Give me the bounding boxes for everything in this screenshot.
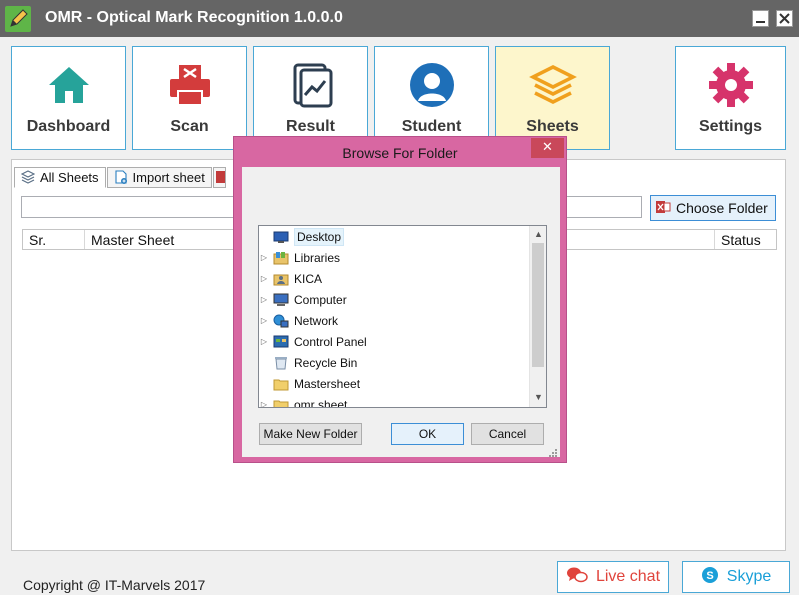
folder-icon (273, 377, 289, 391)
nav-dashboard-button[interactable]: Dashboard (11, 46, 126, 150)
nav-scan-label: Scan (170, 118, 209, 135)
close-button[interactable] (776, 10, 793, 27)
tree-item-label: Desktop (294, 227, 345, 246)
column-header-sr[interactable]: Sr. (23, 230, 85, 249)
tree-item-label: Libraries (294, 250, 341, 265)
folder-tree[interactable]: Desktop ▷ Libraries ▷ KICA ▷ Computer ▷ … (258, 225, 547, 408)
chat-bubbles-icon (566, 566, 588, 589)
scroll-up-icon[interactable]: ▲ (530, 226, 546, 243)
tree-scrollbar[interactable]: ▲ ▼ (529, 226, 546, 407)
svg-text:S: S (706, 570, 713, 582)
expand-arrow-icon[interactable]: ▷ (259, 295, 269, 304)
minimize-button[interactable] (752, 10, 769, 27)
nav-result-button[interactable]: Result (253, 46, 368, 150)
scrollbar-thumb[interactable] (532, 243, 544, 367)
window-title: OMR - Optical Mark Recognition 1.0.0.0 (45, 9, 343, 26)
skype-icon: S (701, 566, 719, 589)
nav-result-label: Result (286, 118, 335, 135)
copyright-text: Copyright @ IT-Marvels 2017 (23, 577, 206, 593)
live-chat-label: Live chat (595, 568, 661, 585)
expand-arrow-icon[interactable]: ▷ (259, 274, 269, 283)
control-panel-icon (273, 335, 289, 349)
nav-sheets-button[interactable]: Sheets (495, 46, 610, 150)
nav-scan-button[interactable]: Scan (132, 46, 247, 150)
tree-item-label: Control Panel (294, 334, 367, 349)
dialog-body: Desktop ▷ Libraries ▷ KICA ▷ Computer ▷ … (242, 167, 560, 457)
nav-sheets-label: Sheets (526, 118, 579, 135)
printer-icon (166, 61, 214, 109)
make-new-folder-button[interactable]: Make New Folder (259, 423, 362, 445)
tree-item-omr-sheet[interactable]: ▷ omr sheet (259, 394, 348, 408)
tree-item-label: omr sheet (294, 397, 348, 408)
tree-item-label: KICA (294, 271, 323, 286)
tree-item-mastersheet[interactable]: Mastersheet (259, 373, 360, 394)
skype-label: Skype (726, 568, 772, 585)
tree-item-label: Mastersheet (294, 376, 361, 391)
tree-item-recycle-bin[interactable]: Recycle Bin (259, 352, 357, 373)
nav-dashboard-label: Dashboard (26, 118, 111, 135)
live-chat-button[interactable]: Live chat (557, 561, 669, 593)
tree-item-desktop[interactable]: Desktop (259, 226, 345, 247)
user-folder-icon (273, 272, 289, 286)
expand-arrow-icon[interactable]: ▷ (259, 400, 269, 407)
dialog-title: Browse For Folder (342, 145, 458, 161)
nav-student-button[interactable]: Student (374, 46, 489, 150)
tree-item-control-panel[interactable]: ▷ Control Panel (259, 331, 367, 352)
import-icon (114, 170, 128, 184)
expand-arrow-icon[interactable]: ▷ (259, 316, 269, 325)
excel-icon (215, 170, 225, 184)
tab-all-sheets-label: All Sheets (40, 170, 99, 185)
dialog-close-button[interactable]: ✕ (531, 138, 564, 158)
ok-button[interactable]: OK (391, 423, 464, 445)
user-icon (408, 61, 456, 109)
tree-item-libraries[interactable]: ▷ Libraries (259, 247, 340, 268)
tab-import-sheet-label: Import sheet (132, 170, 205, 185)
scroll-down-icon[interactable]: ▼ (530, 389, 546, 406)
tree-item-network[interactable]: ▷ Network (259, 310, 338, 331)
gear-icon (707, 61, 755, 109)
home-icon (45, 61, 93, 109)
network-icon (273, 314, 289, 328)
expand-arrow-icon[interactable]: ▷ (259, 337, 269, 346)
desktop-icon (273, 230, 289, 244)
tree-item-label: Recycle Bin (294, 355, 358, 370)
sheet-tabs: All Sheets Import sheet (14, 167, 227, 188)
chart-document-icon (287, 61, 335, 109)
browse-folder-dialog: Browse For Folder ✕ Desktop ▷ Libraries … (233, 136, 567, 463)
tab-all-sheets[interactable]: All Sheets (14, 167, 106, 188)
choose-folder-label: Choose Folder (676, 200, 768, 216)
libraries-icon (273, 251, 289, 265)
nav-settings-label: Settings (698, 118, 763, 135)
cancel-button[interactable]: Cancel (471, 423, 544, 445)
tree-item-label: Network (294, 313, 339, 328)
expand-arrow-icon[interactable]: ▷ (259, 253, 269, 262)
pencil-app-icon (5, 6, 31, 32)
choose-folder-button[interactable]: Choose Folder (650, 195, 776, 221)
layers-icon (528, 61, 577, 109)
tree-item-computer[interactable]: ▷ Computer (259, 289, 347, 310)
nav-settings-button[interactable]: Settings (675, 46, 786, 150)
tab-excel-partial[interactable] (212, 167, 226, 188)
resize-grip-icon[interactable] (548, 445, 558, 457)
layers-icon (20, 170, 36, 184)
folder-icon (273, 398, 289, 407)
title-bar: OMR - Optical Mark Recognition 1.0.0.0 (0, 0, 799, 37)
tree-item-kica[interactable]: ▷ KICA (259, 268, 322, 289)
excel-icon (655, 199, 671, 218)
nav-student-label: Student (401, 118, 462, 135)
tab-import-sheet[interactable]: Import sheet (106, 167, 212, 188)
tree-item-label: Computer (294, 292, 347, 307)
computer-icon (273, 293, 289, 307)
recycle-bin-icon (273, 356, 289, 370)
column-header-status[interactable]: Status (714, 230, 776, 249)
skype-button[interactable]: S Skype (682, 561, 790, 593)
